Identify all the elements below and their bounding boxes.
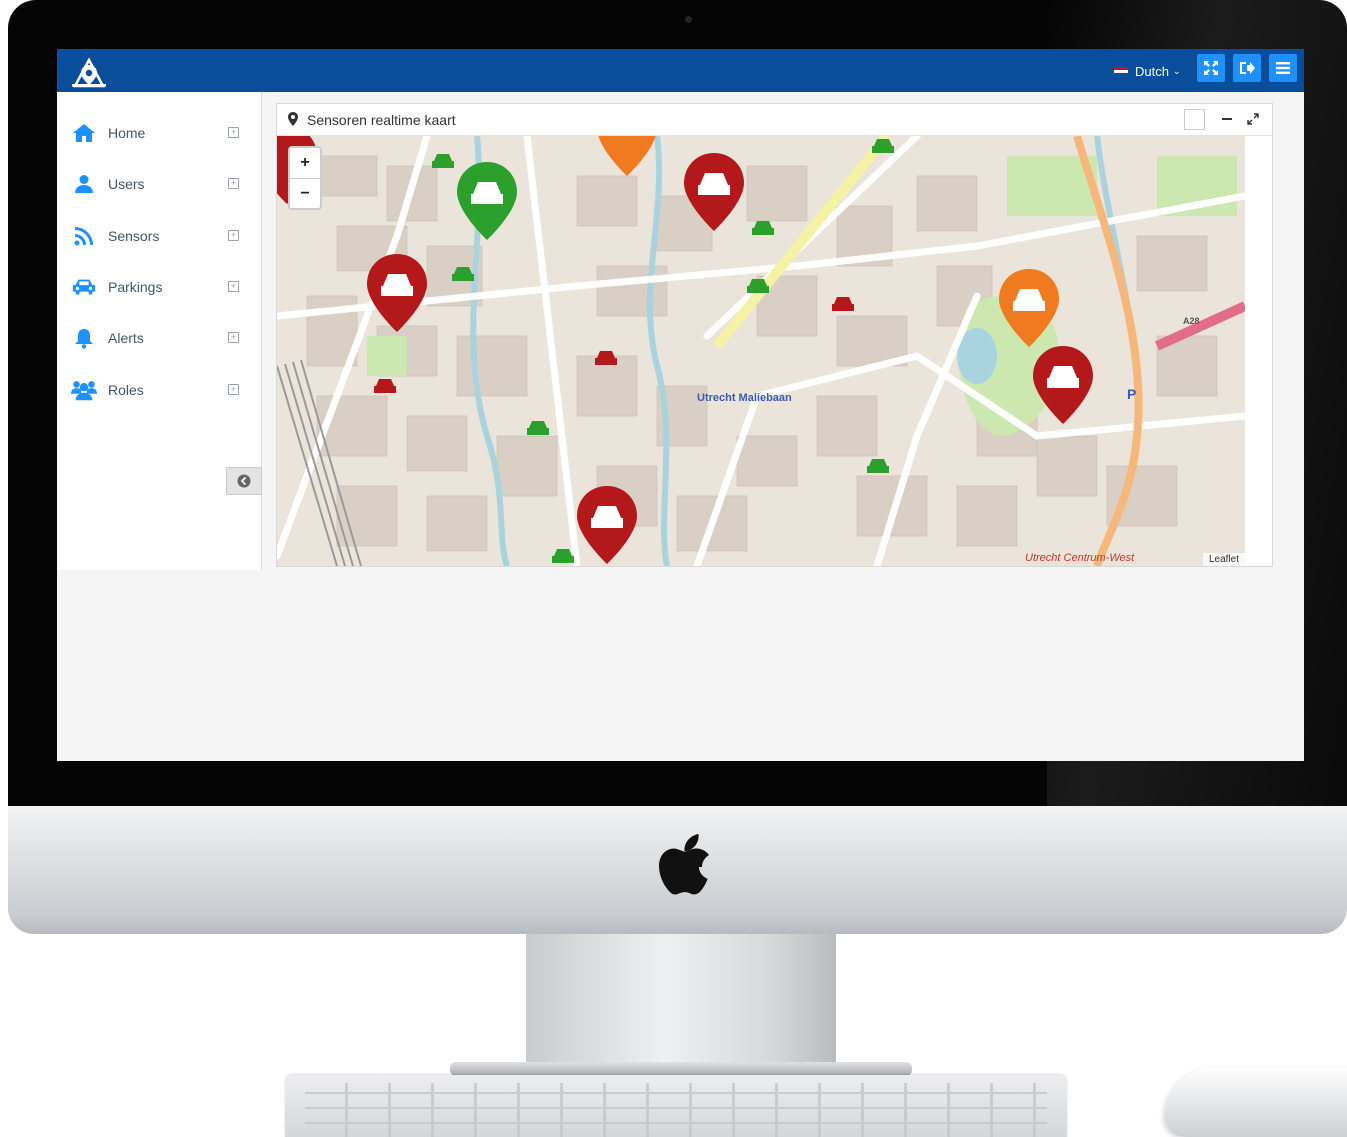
- sidebar-item-label: Home: [108, 125, 146, 141]
- language-label: Dutch: [1135, 63, 1169, 79]
- logout-icon: [1240, 62, 1255, 74]
- expand-icon[interactable]: +: [228, 281, 239, 292]
- sidebar-item-label: Roles: [108, 382, 144, 398]
- users-group-icon: [71, 379, 97, 401]
- zoom-in-button[interactable]: +: [290, 148, 320, 179]
- keyboard: [285, 1075, 1067, 1137]
- chevron-down-icon: ⌄: [1172, 65, 1181, 76]
- map-attribution[interactable]: Leaflet: [1202, 553, 1245, 566]
- sidebar-item-home[interactable]: Home +: [57, 113, 261, 153]
- expand-panel-button[interactable]: [1243, 108, 1263, 130]
- sidebar-item-label: Sensors: [108, 228, 160, 244]
- monitor-stand: [526, 934, 836, 1069]
- chevron-left-circle-icon: [237, 474, 251, 488]
- map-tiles: [277, 136, 1245, 566]
- monitor-stand-foot: [450, 1062, 912, 1076]
- panel-header: Sensoren realtime kaart: [277, 104, 1272, 136]
- minimize-button[interactable]: [1217, 108, 1237, 130]
- panel-checkbox[interactable]: [1184, 109, 1205, 130]
- map-label-a28: A28: [1183, 316, 1200, 326]
- top-navbar: Dutch ⌄: [57, 49, 1304, 92]
- camera: [685, 16, 692, 23]
- parking-map[interactable]: Utrecht Maliebaan Utrecht Centrum-West A…: [277, 136, 1245, 566]
- map-label-maliebaan: Utrecht Maliebaan: [697, 392, 792, 404]
- expand-icon[interactable]: +: [228, 332, 239, 343]
- expand-icon[interactable]: +: [228, 230, 239, 241]
- map-label-centrum-west: Utrecht Centrum-West: [1025, 552, 1135, 564]
- fullscreen-icon: [1204, 61, 1218, 75]
- map-marker-icon: [288, 112, 298, 126]
- sidebar-item-users[interactable]: Users +: [57, 164, 261, 204]
- sidebar-item-sensors[interactable]: Sensors +: [57, 216, 261, 256]
- user-icon: [71, 173, 97, 195]
- netherlands-flag-icon: [1114, 66, 1128, 76]
- map-panel: Sensoren realtime kaart Utrecht Maliebaa…: [276, 103, 1273, 567]
- menu-button[interactable]: [1269, 54, 1297, 82]
- app-screen: Dutch ⌄ Home + Users + Sensors + Parking…: [57, 49, 1304, 761]
- sidebar-item-label: Parkings: [108, 279, 163, 295]
- sidebar-item-label: Alerts: [108, 330, 144, 346]
- sidebar-item-roles[interactable]: Roles +: [57, 370, 261, 410]
- zoom-control: + −: [288, 146, 322, 210]
- menu-icon: [1276, 62, 1290, 74]
- expand-icon[interactable]: +: [228, 178, 239, 189]
- panel-scroll-area: [1245, 136, 1272, 566]
- brand-logo-icon[interactable]: [71, 54, 107, 88]
- sidebar-item-parkings[interactable]: Parkings +: [57, 267, 261, 307]
- rss-icon: [71, 225, 97, 247]
- zoom-out-button[interactable]: −: [290, 179, 320, 209]
- sidebar-collapse-button[interactable]: [226, 467, 262, 495]
- sidebar-item-alerts[interactable]: Alerts +: [57, 318, 261, 358]
- expand-icon[interactable]: +: [228, 384, 239, 395]
- apple-logo-icon: [659, 834, 709, 895]
- sidebar-item-label: Users: [108, 176, 145, 192]
- mouse: [1165, 1067, 1347, 1137]
- car-icon: [71, 276, 97, 298]
- expand-icon[interactable]: +: [228, 127, 239, 138]
- expand-icon: [1247, 113, 1259, 125]
- sidebar: Home + Users + Sensors + Parkings + Aler…: [57, 92, 262, 570]
- bell-icon: [71, 327, 97, 349]
- logout-button[interactable]: [1233, 54, 1261, 82]
- fullscreen-button[interactable]: [1197, 54, 1225, 82]
- parking-p-label: P: [1127, 386, 1137, 402]
- minimize-icon: [1222, 118, 1232, 120]
- language-selector[interactable]: Dutch ⌄: [1114, 61, 1181, 81]
- home-icon: [71, 122, 97, 144]
- panel-title: Sensoren realtime kaart: [307, 112, 456, 128]
